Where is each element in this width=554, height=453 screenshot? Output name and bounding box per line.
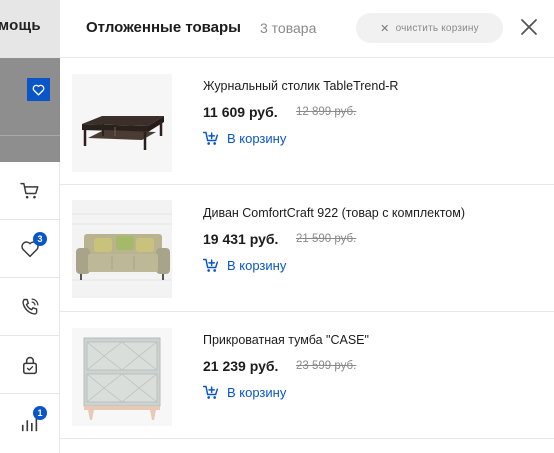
item-name[interactable]: Прикроватная тумба "CASE" — [203, 333, 369, 347]
side-compare-button[interactable]: 1 — [0, 394, 60, 452]
cart-plus-icon — [203, 258, 219, 272]
add-to-cart-label: В корзину — [227, 258, 287, 273]
item-name[interactable]: Журнальный столик TableTrend-R — [203, 79, 398, 93]
cart-plus-icon — [203, 131, 219, 145]
side-favorites-button[interactable]: 3 — [0, 220, 60, 278]
drawer-item-count: 3 товара — [260, 20, 317, 36]
lock-icon — [23, 356, 37, 374]
clear-cart-button[interactable]: ✕ очистить корзину — [356, 13, 503, 43]
add-to-cart-button[interactable]: В корзину — [203, 131, 286, 146]
phone-icon — [22, 297, 39, 315]
close-icon[interactable] — [519, 17, 539, 37]
background-divider — [0, 135, 60, 165]
background-favorite-icon — [27, 78, 50, 101]
favorites-badge: 3 — [33, 232, 47, 246]
list-item: Прикроватная тумба "CASE" 21 239 руб. 23… — [60, 312, 554, 439]
background-header-text: мощь — [0, 17, 41, 34]
item-price: 21 239 руб. — [203, 358, 279, 374]
add-to-cart-label: В корзину — [227, 131, 287, 146]
clear-cart-label: очистить корзину — [395, 22, 479, 34]
favorites-drawer: Отложенные товары 3 товара ✕ очистить ко… — [60, 0, 554, 453]
item-old-price: 12 899 руб. — [296, 106, 357, 118]
item-old-price: 23 599 руб. — [296, 360, 357, 372]
side-callback-button[interactable] — [0, 278, 60, 336]
side-toolbar: 3 1 — [0, 162, 60, 453]
nightstand-image[interactable] — [72, 328, 172, 426]
sofa-image[interactable] — [72, 200, 172, 298]
add-to-cart-label: В корзину — [227, 385, 287, 400]
item-price: 11 609 руб. — [203, 104, 278, 120]
side-cart-button[interactable] — [0, 162, 60, 220]
drawer-header: Отложенные товары 3 товара ✕ очистить ко… — [60, 0, 554, 58]
cart-icon — [20, 182, 39, 198]
drawer-title: Отложенные товары — [86, 19, 241, 36]
list-item: Журнальный столик TableTrend-R 11 609 ру… — [60, 58, 554, 185]
cart-plus-icon — [203, 385, 219, 399]
item-old-price: 21 590 руб. — [296, 233, 357, 245]
item-name[interactable]: Диван ComfortCraft 922 (товар с комплект… — [203, 206, 465, 220]
clear-x-icon: ✕ — [380, 22, 390, 35]
add-to-cart-button[interactable]: В корзину — [203, 258, 286, 273]
side-account-button[interactable] — [0, 336, 60, 394]
coffee-table-image[interactable] — [72, 74, 172, 172]
compare-badge: 1 — [33, 406, 47, 420]
list-item: Диван ComfortCraft 922 (товар с комплект… — [60, 185, 554, 312]
item-price: 19 431 руб. — [203, 231, 279, 247]
background-header: мощь — [0, 0, 60, 58]
add-to-cart-button[interactable]: В корзину — [203, 385, 286, 400]
